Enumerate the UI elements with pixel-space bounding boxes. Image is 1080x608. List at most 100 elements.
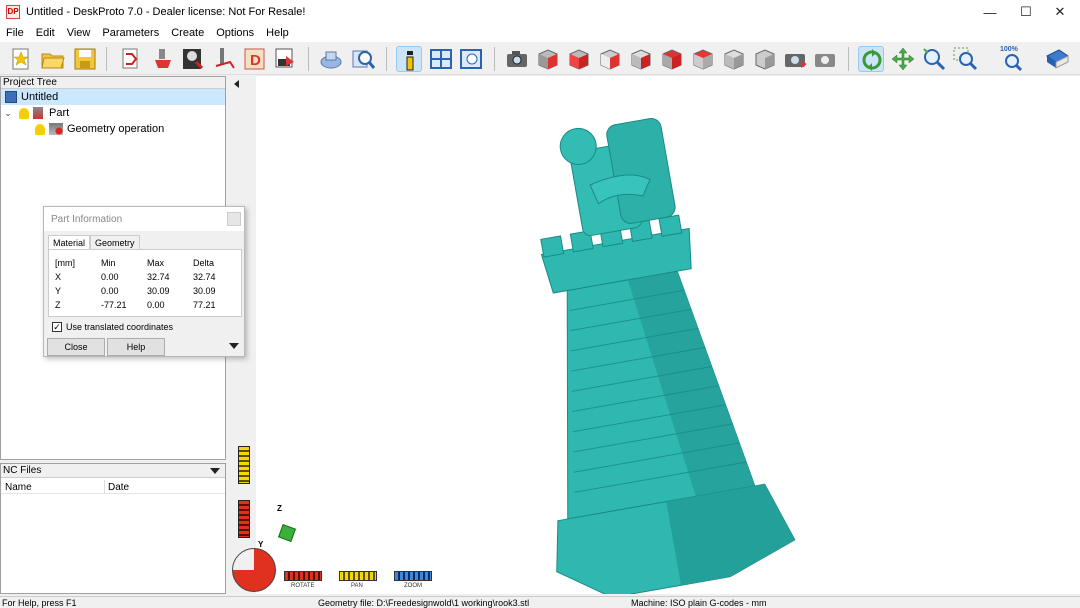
part-operation-icon[interactable]	[150, 46, 176, 72]
table-cell: Y	[55, 286, 62, 296]
translated-coords-checkbox-row[interactable]: ✓ Use translated coordinates	[52, 322, 173, 332]
zoom-window-icon[interactable]	[952, 46, 978, 72]
axis-z-label: Z	[277, 504, 282, 513]
table-cell: 30.09	[193, 286, 216, 296]
rook-model	[540, 118, 796, 594]
checkbox-label: Use translated coordinates	[66, 322, 174, 332]
dialog-close-icon[interactable]	[227, 212, 241, 226]
tree-item-part[interactable]: ⌄ Part	[1, 105, 69, 121]
view-iso-cube-icon[interactable]	[535, 46, 561, 72]
table-cell: 0.00	[101, 286, 119, 296]
nc-files-header: NC Files	[3, 465, 42, 476]
cutter-tool-icon[interactable]	[212, 46, 238, 72]
write-nc-file-icon[interactable]	[272, 46, 298, 72]
collapse-arrow-icon[interactable]	[234, 80, 239, 88]
checkbox-checked-icon[interactable]: ✓	[52, 322, 62, 332]
render-settings-icon[interactable]	[783, 46, 809, 72]
zoom-100-label: 100%	[1000, 46, 1018, 53]
menu-file[interactable]: File	[0, 27, 30, 39]
menu-bar: File Edit View Parameters Create Options…	[0, 24, 1080, 42]
view-left-cube-icon[interactable]	[628, 46, 654, 72]
light-bulb-icon[interactable]	[35, 123, 45, 135]
menu-view[interactable]: View	[61, 27, 97, 39]
svg-text:D: D	[250, 52, 261, 69]
rotate-dial[interactable]	[232, 548, 276, 592]
open-folder-icon[interactable]	[40, 46, 66, 72]
3d-viewport[interactable]	[230, 76, 1080, 594]
preview-magnify-icon[interactable]	[350, 46, 376, 72]
menu-edit[interactable]: Edit	[30, 27, 61, 39]
status-bar: For Help, press F1 Geometry file: D:\Fre…	[0, 596, 1080, 608]
view-bottom-cube-icon[interactable]	[721, 46, 747, 72]
window-title: Untitled - DeskProto 7.0 - Dealer licens…	[26, 6, 306, 18]
menu-help[interactable]: Help	[260, 27, 295, 39]
light-bulb-icon[interactable]	[19, 107, 29, 119]
toolbar-separator	[308, 47, 309, 71]
toolbar-separator	[848, 47, 849, 71]
layout-view-icon[interactable]	[428, 46, 454, 72]
maximize-button[interactable]: ☐	[1008, 0, 1044, 24]
zoom-mode-icon[interactable]	[921, 46, 947, 72]
zoom-label: ZOOM	[404, 583, 422, 589]
axis-y-label: Y	[258, 540, 264, 549]
table-cell: 0.00	[147, 300, 165, 310]
help-book-icon[interactable]	[1044, 46, 1070, 72]
rotate-slider-vertical[interactable]	[238, 500, 250, 538]
part-info-icon[interactable]	[396, 46, 422, 72]
tree-item-label: Geometry operation	[67, 123, 165, 135]
view-back-cube-icon[interactable]	[597, 46, 623, 72]
menu-create[interactable]: Create	[165, 27, 210, 39]
table-header: Min	[101, 258, 116, 268]
tree-item-label: Untitled	[21, 91, 59, 103]
column-header-name[interactable]: Name	[5, 482, 32, 493]
rotate-slider-horizontal[interactable]	[284, 571, 322, 581]
pan-slider-horizontal[interactable]	[339, 571, 377, 581]
light-settings-icon[interactable]	[813, 46, 839, 72]
zoom-slider-horizontal[interactable]	[394, 571, 432, 581]
camera-icon[interactable]	[504, 46, 530, 72]
toolbar-separator	[386, 47, 387, 71]
dialog-title: Part Information	[51, 213, 123, 225]
menu-parameters[interactable]: Parameters	[96, 27, 165, 39]
view-top-cube-icon[interactable]	[690, 46, 716, 72]
help-button[interactable]: Help	[107, 338, 165, 356]
nc-files-pane: NC Files Name Date	[0, 463, 226, 594]
tab-material[interactable]: Material	[48, 235, 91, 249]
column-header-date[interactable]: Date	[108, 482, 129, 493]
dropdown-arrow-icon[interactable]	[210, 468, 220, 474]
pan-slider-vertical[interactable]	[238, 446, 250, 484]
zoom-window-view-icon[interactable]	[458, 46, 484, 72]
save-icon[interactable]	[72, 46, 98, 72]
drawing-icon[interactable]: D	[242, 46, 268, 72]
close-window-button[interactable]: ✕	[1042, 0, 1078, 24]
column-divider[interactable]	[104, 480, 105, 494]
minimize-button[interactable]: —	[972, 0, 1008, 24]
pan-label: PAN	[351, 583, 363, 589]
part-information-dialog: Part Information Material Geometry [mm] …	[43, 206, 245, 357]
expand-chevron-icon[interactable]: ⌄	[1, 108, 15, 119]
toolbar: D 100%	[0, 42, 1080, 75]
expand-dialog-arrow-icon[interactable]	[229, 343, 239, 349]
table-cell: 0.00	[101, 272, 119, 282]
part-icon	[33, 107, 43, 119]
tab-geometry[interactable]: Geometry	[90, 235, 140, 249]
tree-item-geometry-operation[interactable]: Geometry operation	[35, 121, 164, 137]
menu-options[interactable]: Options	[210, 27, 260, 39]
rotate-label: ROTATE	[291, 583, 315, 589]
pan-mode-icon[interactable]	[890, 46, 916, 72]
view-gray-cube-icon[interactable]	[752, 46, 778, 72]
app-logo-icon: DP	[6, 5, 20, 19]
import-geometry-icon[interactable]	[118, 46, 144, 72]
dialog-title-bar[interactable]: Part Information	[44, 207, 244, 231]
new-file-icon[interactable]	[8, 46, 34, 72]
view-right-cube-icon[interactable]	[659, 46, 685, 72]
close-button[interactable]: Close	[47, 338, 105, 356]
table-cell: 32.74	[147, 272, 170, 282]
simulation-icon[interactable]	[318, 46, 344, 72]
rotate-mode-icon[interactable]	[858, 46, 884, 72]
nc-files-header-bar[interactable]: NC Files	[1, 464, 225, 478]
tree-item-untitled[interactable]: Untitled	[1, 89, 225, 105]
bitmap-operation-icon[interactable]	[180, 46, 206, 72]
zoom-100-icon[interactable]: 100%	[999, 46, 1025, 72]
view-front-cube-icon[interactable]	[566, 46, 592, 72]
